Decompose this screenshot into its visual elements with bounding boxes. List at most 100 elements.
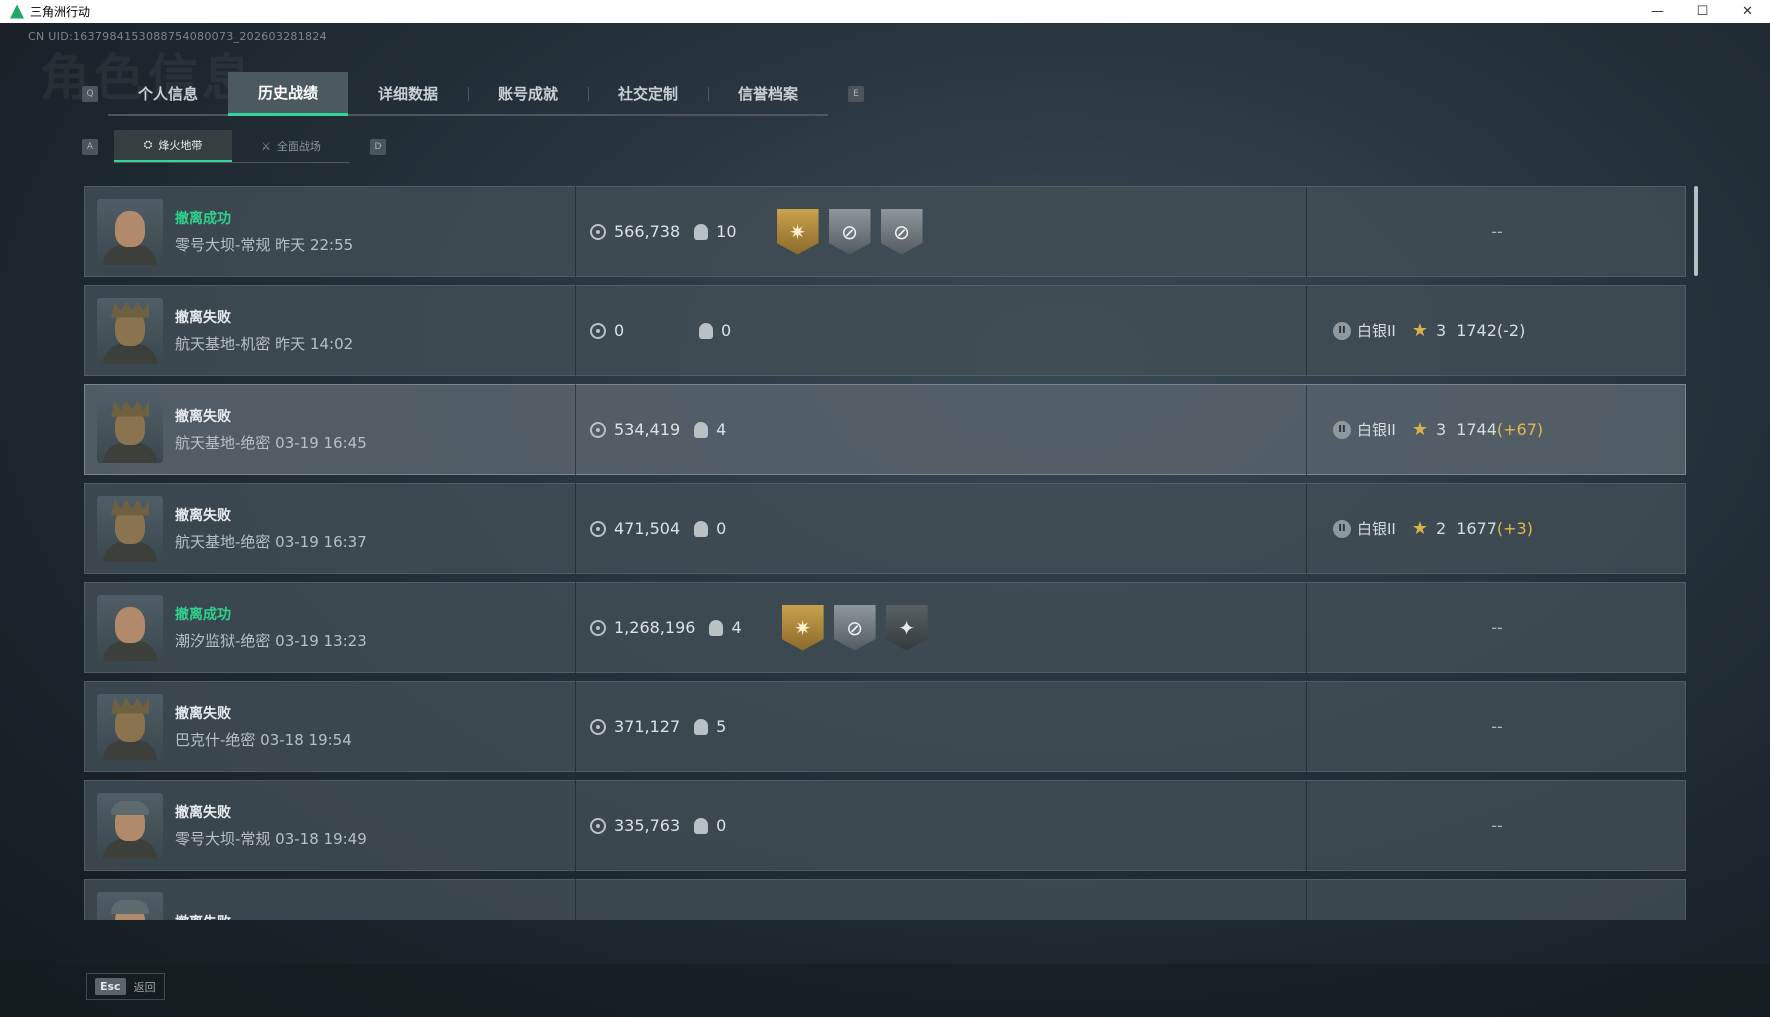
rank-name: 白银II <box>1357 322 1396 340</box>
rank-change: II 白银II ★ 3 1742 (-2) <box>1307 285 1686 376</box>
operator-avatar <box>97 594 163 661</box>
extraction-status: 撤离失败 <box>175 706 231 722</box>
subtab-flame-zone[interactable]: ⛭ 烽火地带 <box>114 130 232 162</box>
map-mode-time: 航天基地-绝密 03-19 16:37 <box>175 533 367 551</box>
extract-value: 0 <box>590 321 685 340</box>
extract-value-text: 534,419 <box>614 420 681 439</box>
silver-medal-icon[interactable]: ⊘ <box>828 208 871 255</box>
kill-count: 5 <box>680 717 726 736</box>
operator-avatar <box>97 396 163 463</box>
list-scrollbar[interactable] <box>1694 186 1698 276</box>
match-record-row[interactable]: 撤离失败 航天基地-机密 昨天 14:02 0 0 II 白银II ★ 3 1742 (-2) <box>84 285 1686 377</box>
esc-key-icon: Esc <box>95 978 126 995</box>
kill-count-text: 0 <box>716 519 727 538</box>
match-record-row[interactable]: 撤离失败 航天基地-绝密 03-19 16:37 471,504 0 II 白银II ★ 2 1… <box>84 483 1686 575</box>
silver-medal-icon[interactable]: ⊘ <box>880 208 923 255</box>
map-mode-time: 巴克什-绝密 03-18 19:54 <box>175 731 352 749</box>
kill-count: 0 <box>680 816 726 835</box>
record-stats: 335,763 0 <box>576 816 1276 835</box>
window-title: 三角洲行动 <box>30 5 91 19</box>
tab-reputation[interactable]: 信誉档案 <box>708 72 828 114</box>
flame-zone-icon: ⛭ <box>143 138 153 151</box>
rank-stars: 2 <box>1436 519 1447 538</box>
extract-value-text: 566,738 <box>614 222 681 241</box>
map-mode-time: 航天基地-绝密 03-19 16:45 <box>175 434 367 452</box>
minimize-button[interactable]: — <box>1635 0 1680 23</box>
kill-count-text: 0 <box>721 321 732 340</box>
extraction-status: 撤离失败 <box>175 508 231 524</box>
rank-delta: (+3) <box>1496 519 1533 538</box>
back-button[interactable]: Esc 返回 <box>86 973 165 1000</box>
match-record-row[interactable]: 撤离成功 零号大坝-常规 昨天 22:55 566,738 10 ✷ ⊘ ⊘ -- <box>84 186 1686 278</box>
rank-score: 1677 <box>1456 519 1497 538</box>
skull-icon <box>709 619 724 636</box>
rank-tier-icon: II <box>1333 321 1351 340</box>
next-subtab-key[interactable]: D <box>370 138 386 155</box>
close-button[interactable]: ✕ <box>1725 0 1770 23</box>
extract-value-text: 371,127 <box>614 717 681 736</box>
record-info: 撤离失败 <box>175 912 575 921</box>
extract-value: 371,127 <box>590 717 680 736</box>
extract-value-text: 471,504 <box>614 519 681 538</box>
kill-count-text: 4 <box>731 618 742 637</box>
match-record-row[interactable]: 撤离成功 潮汐监狱-绝密 03-19 13:23 1,268,196 4 ✷ ⊘ ✦ -- <box>84 582 1686 674</box>
kill-count-text: 4 <box>716 420 727 439</box>
extraction-status: 撤离失败 <box>175 912 575 921</box>
match-record-row[interactable]: 撤离失败 航天基地-绝密 03-19 16:45 534,419 4 II 白银II ★ 3 1… <box>84 384 1686 476</box>
skull-icon <box>694 223 709 240</box>
coin-icon <box>590 718 606 735</box>
user-uid: CN UID:1637984153088754080073_2026032818… <box>28 30 327 43</box>
record-stats: 1,268,196 4 ✷ ⊘ ✦ <box>576 604 1276 651</box>
tab-social-custom[interactable]: 社交定制 <box>588 72 708 114</box>
maximize-button[interactable]: ☐ <box>1680 0 1725 23</box>
skull-icon <box>694 520 709 537</box>
match-record-row[interactable]: 撤离失败零号大坝-常规 03-18 19:49 335,763 0 -- <box>84 780 1686 872</box>
extraction-status: 撤离成功 <box>175 607 231 623</box>
rank-empty: -- <box>1491 816 1503 835</box>
kill-count-text: 5 <box>716 717 727 736</box>
tab-achievements[interactable]: 账号成就 <box>468 72 588 114</box>
dark-medal-icon[interactable]: ✦ <box>885 604 928 651</box>
extraction-status: 撤离失败 <box>175 805 231 821</box>
medal-list: ✷ ⊘ ✦ <box>781 604 928 651</box>
operator-avatar <box>97 792 163 859</box>
rank-stars: 3 <box>1436 321 1447 340</box>
map-mode-time: 零号大坝-常规 03-18 19:49 <box>175 830 367 848</box>
kill-count: 0 <box>685 321 731 340</box>
coin-icon <box>590 322 606 339</box>
rank-name: 白银II <box>1357 520 1396 538</box>
extraction-status: 撤离失败 <box>175 409 231 425</box>
next-tab-key[interactable]: E <box>848 86 864 102</box>
silver-medal-icon[interactable]: ⊘ <box>833 604 876 651</box>
rank-tier-icon: II <box>1333 519 1351 538</box>
back-label: 返回 <box>133 980 156 994</box>
subtab-label: 烽火地带 <box>158 139 203 152</box>
skull-icon <box>694 421 709 438</box>
match-record-row[interactable]: 撤离失败 -- <box>84 879 1686 920</box>
extract-value: 534,419 <box>590 420 680 439</box>
operator-avatar <box>97 198 163 265</box>
battlefield-icon: ⚔ <box>261 139 271 153</box>
record-info: 撤离失败 航天基地-机密 昨天 14:02 <box>175 307 575 354</box>
coin-icon <box>590 619 606 636</box>
gold-medal-icon[interactable]: ✷ <box>776 208 819 255</box>
tab-personal-info[interactable]: 个人信息 <box>108 72 228 114</box>
prev-subtab-key[interactable]: A <box>82 138 98 155</box>
star-icon: ★ <box>1411 320 1428 341</box>
tab-match-history[interactable]: 历史战绩 <box>228 72 348 116</box>
match-record-list[interactable]: 撤离成功 零号大坝-常规 昨天 22:55 566,738 10 ✷ ⊘ ⊘ -- 撤离失败 航天… <box>84 186 1686 920</box>
gold-medal-icon[interactable]: ✷ <box>781 604 824 651</box>
skull-icon <box>694 817 709 834</box>
extract-value: 566,738 <box>590 222 680 241</box>
subtab-battlefield[interactable]: ⚔ 全面战场 <box>232 130 350 162</box>
prev-tab-key[interactable]: Q <box>82 86 98 102</box>
map-mode-time: 航天基地-机密 昨天 14:02 <box>175 335 354 353</box>
rank-stars: 3 <box>1436 420 1447 439</box>
record-stats: 471,504 0 <box>576 519 1276 538</box>
match-record-row[interactable]: 撤离失败 巴克什-绝密 03-18 19:54 371,127 5 -- <box>84 681 1686 773</box>
rank-name: 白银II <box>1357 421 1396 439</box>
app-logo-icon <box>10 4 24 19</box>
record-info: 撤离失败航天基地-绝密 03-19 16:37 <box>175 505 575 552</box>
extraction-status: 撤离成功 <box>175 211 231 227</box>
tab-detailed-data[interactable]: 详细数据 <box>348 72 468 114</box>
